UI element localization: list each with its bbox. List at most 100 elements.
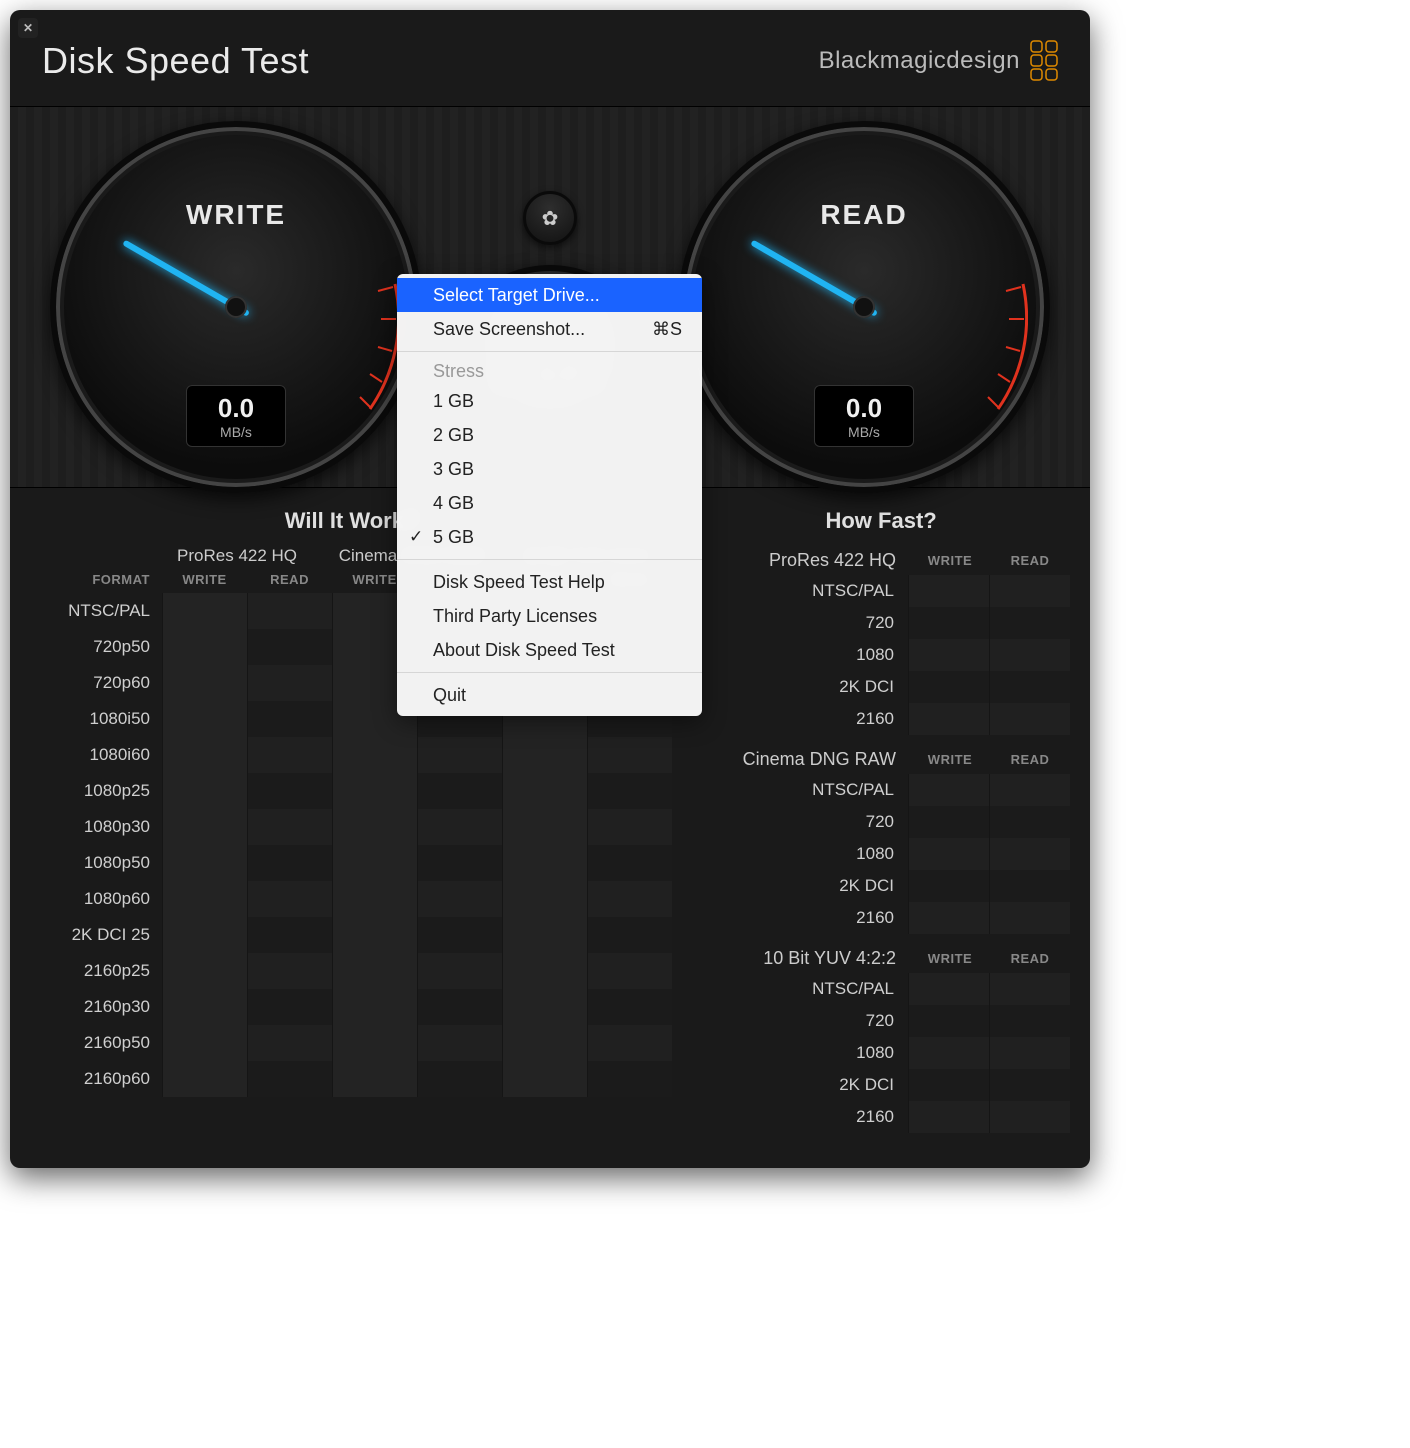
- format-label: 720p50: [30, 629, 162, 665]
- result-cell: [417, 845, 502, 881]
- result-cell: [332, 989, 417, 1025]
- result-cell: [247, 665, 332, 701]
- section-name: 10 Bit YUV 4:2:2: [692, 948, 910, 969]
- format-label: 720: [692, 806, 908, 838]
- group-header: ProRes 422 HQ: [150, 546, 324, 566]
- result-cell: [502, 773, 587, 809]
- menu-quit[interactable]: Quit: [397, 678, 702, 712]
- result-cell: [502, 881, 587, 917]
- read-gauge-label: READ: [820, 199, 907, 231]
- read-readout: 0.0 MB/s: [814, 385, 914, 447]
- table-row: 720: [692, 1005, 1070, 1037]
- result-cell: [417, 1061, 502, 1097]
- how-fast-panel: How Fast? ProRes 422 HQWRITEREADNTSC/PAL…: [692, 508, 1070, 1143]
- result-cell: [162, 881, 247, 917]
- format-label: 2160p30: [30, 989, 162, 1025]
- result-cell: [989, 774, 1070, 806]
- format-label: 2K DCI: [692, 671, 908, 703]
- menu-stress-option[interactable]: ✓5 GB: [397, 520, 702, 554]
- format-label: 2160p60: [30, 1061, 162, 1097]
- result-cell: [162, 809, 247, 845]
- col-write: WRITE: [910, 951, 990, 966]
- write-unit: MB/s: [220, 424, 252, 440]
- result-cell: [417, 1025, 502, 1061]
- section-header: Cinema DNG RAWWRITEREAD: [692, 745, 1070, 774]
- table-row: 1080p60: [30, 881, 672, 917]
- format-label: 2160: [692, 703, 908, 735]
- section-name: ProRes 422 HQ: [692, 550, 910, 571]
- result-cell: [587, 809, 672, 845]
- result-cell: [332, 917, 417, 953]
- result-cell: [989, 1037, 1070, 1069]
- table-row: NTSC/PAL: [692, 973, 1070, 1005]
- read-hub-icon: [853, 296, 875, 318]
- result-cell: [332, 773, 417, 809]
- result-cell: [162, 665, 247, 701]
- result-cell: [989, 575, 1070, 607]
- write-value: 0.0: [218, 393, 254, 424]
- format-label: 1080p25: [30, 773, 162, 809]
- menu-shortcut: ⌘S: [652, 316, 682, 342]
- result-cell: [332, 1061, 417, 1097]
- format-label: 720: [692, 1005, 908, 1037]
- brand: Blackmagicdesign: [819, 40, 1058, 82]
- titlebar: Disk Speed Test Blackmagicdesign: [10, 10, 1090, 106]
- menu-stress-option[interactable]: 4 GB: [397, 486, 702, 520]
- result-cell: [417, 773, 502, 809]
- result-cell: [417, 989, 502, 1025]
- check-icon: ✓: [409, 524, 423, 550]
- result-cell: [332, 809, 417, 845]
- format-label: 1080p30: [30, 809, 162, 845]
- result-cell: [417, 953, 502, 989]
- table-row: NTSC/PAL: [692, 575, 1070, 607]
- menu-label: 4 GB: [433, 493, 474, 513]
- result-cell: [989, 671, 1070, 703]
- result-cell: [989, 902, 1070, 934]
- format-label: 2160p50: [30, 1025, 162, 1061]
- format-label: 1080p50: [30, 845, 162, 881]
- result-cell: [989, 1005, 1070, 1037]
- format-label: 720: [692, 607, 908, 639]
- format-label: 1080i60: [30, 737, 162, 773]
- app-window: ✕ Disk Speed Test Blackmagicdesign WRITE: [10, 10, 1090, 1168]
- menu-save-screenshot[interactable]: Save Screenshot... ⌘S: [397, 312, 702, 346]
- result-cell: [502, 953, 587, 989]
- result-cell: [587, 917, 672, 953]
- menu-licenses[interactable]: Third Party Licenses: [397, 599, 702, 633]
- table-row: 1080: [692, 639, 1070, 671]
- result-cell: [587, 953, 672, 989]
- menu-help[interactable]: Disk Speed Test Help: [397, 565, 702, 599]
- section-name: Cinema DNG RAW: [692, 749, 910, 770]
- result-cell: [989, 1069, 1070, 1101]
- menu-label: 1 GB: [433, 391, 474, 411]
- result-cell: [908, 703, 989, 735]
- result-cell: [587, 881, 672, 917]
- format-label: 2160p25: [30, 953, 162, 989]
- result-cell: [162, 917, 247, 953]
- read-value: 0.0: [846, 393, 882, 424]
- result-cell: [587, 845, 672, 881]
- menu-select-target[interactable]: Select Target Drive...: [397, 278, 702, 312]
- result-cell: [162, 629, 247, 665]
- menu-stress-option[interactable]: 3 GB: [397, 452, 702, 486]
- table-row: 1080p30: [30, 809, 672, 845]
- close-button[interactable]: ✕: [18, 18, 38, 38]
- format-header: FORMAT: [30, 572, 162, 587]
- redzone-icon: [320, 279, 400, 419]
- menu-about[interactable]: About Disk Speed Test: [397, 633, 702, 667]
- brand-logo-icon: [1030, 40, 1058, 82]
- menu-stress-option[interactable]: 2 GB: [397, 418, 702, 452]
- settings-button[interactable]: ✿: [523, 191, 577, 245]
- table-row: 2160p50: [30, 1025, 672, 1061]
- menu-stress-option[interactable]: 1 GB: [397, 384, 702, 418]
- result-cell: [989, 870, 1070, 902]
- gear-icon: ✿: [542, 206, 559, 231]
- result-cell: [247, 845, 332, 881]
- write-gauge-label: WRITE: [186, 199, 286, 231]
- format-label: 2K DCI 25: [30, 917, 162, 953]
- table-row: 2160p60: [30, 1061, 672, 1097]
- menu-label: 3 GB: [433, 459, 474, 479]
- format-label: 2160: [692, 1101, 908, 1133]
- table-row: 2K DCI: [692, 1069, 1070, 1101]
- result-cell: [908, 973, 989, 1005]
